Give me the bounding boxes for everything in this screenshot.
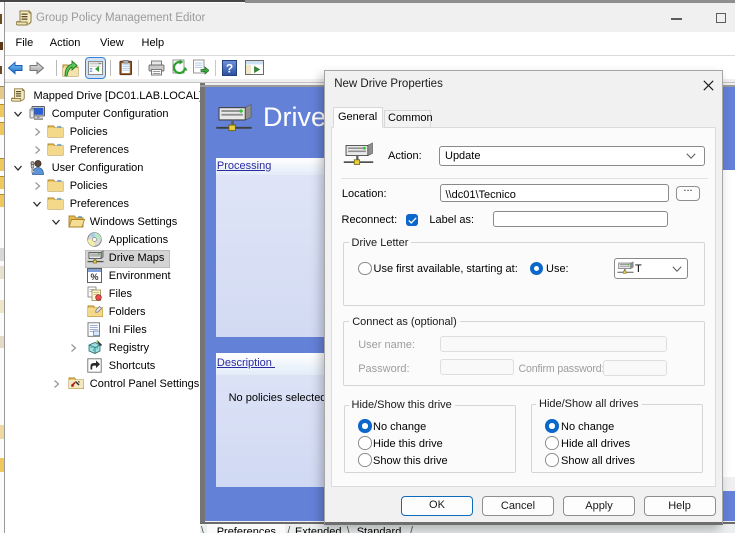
svg-text:%: % [90, 272, 98, 282]
svg-text:?: ? [226, 62, 233, 76]
